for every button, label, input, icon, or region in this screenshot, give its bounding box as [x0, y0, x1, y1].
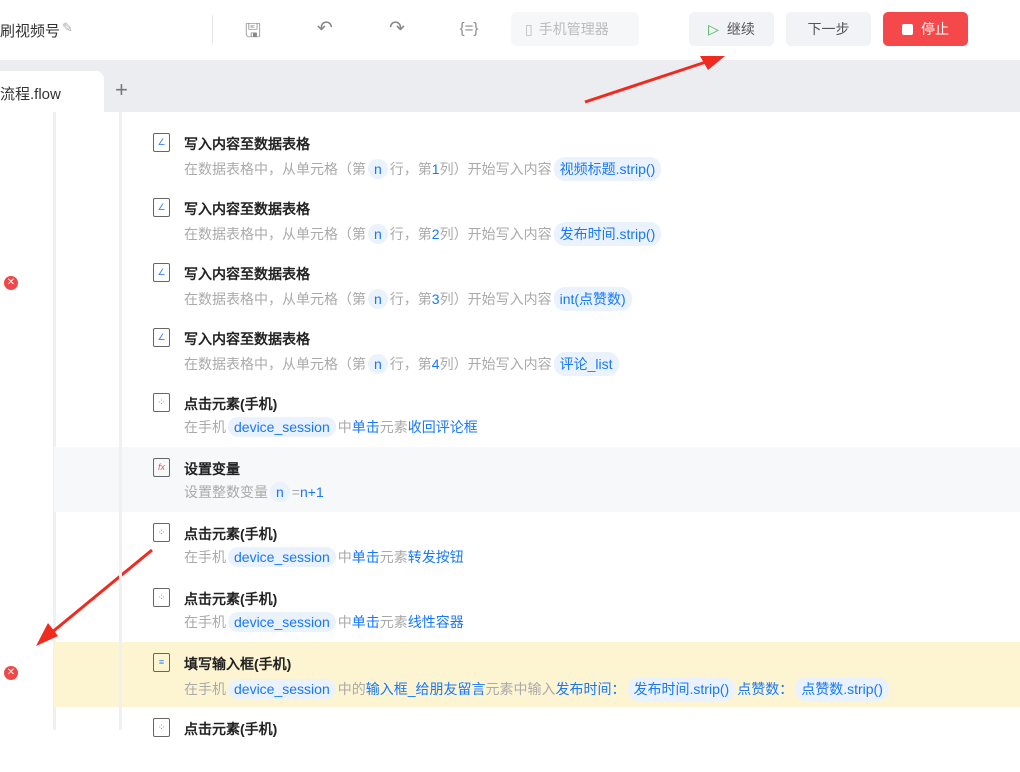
- annotation-arrows: [36, 56, 725, 646]
- indent-line: [119, 112, 122, 730]
